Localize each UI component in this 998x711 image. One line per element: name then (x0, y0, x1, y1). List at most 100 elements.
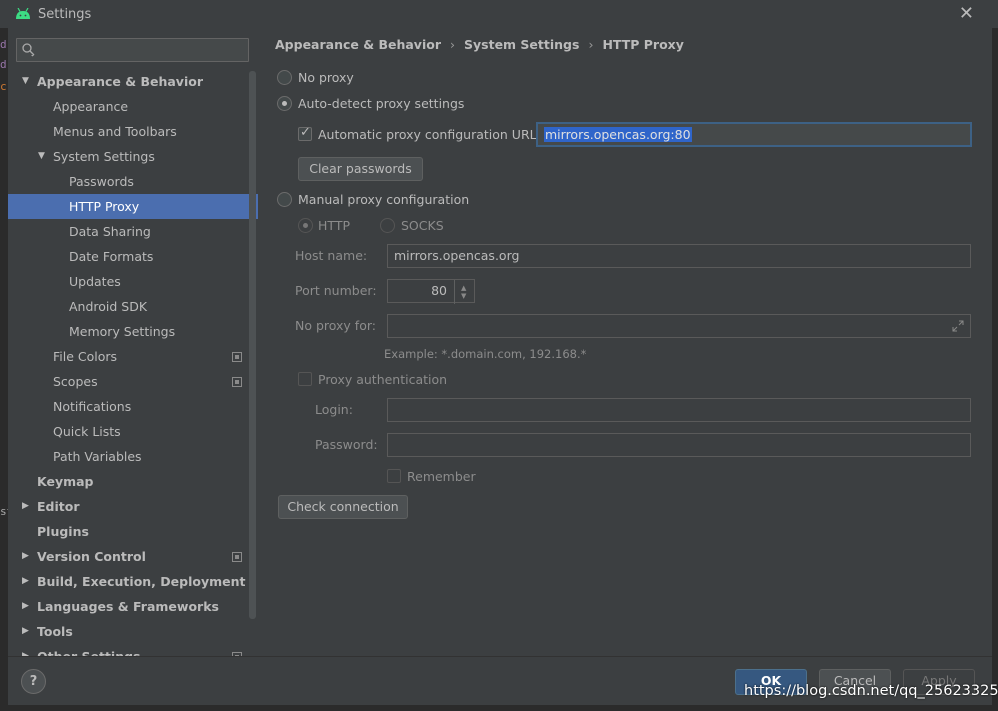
breadcrumb-item[interactable]: Appearance & Behavior (275, 37, 441, 52)
port-number-stepper[interactable]: 80 ▲ ▼ (387, 279, 475, 304)
no-proxy-for-input[interactable] (387, 314, 971, 338)
sidebar-item-notifications[interactable]: Notifications (8, 394, 258, 419)
sidebar-item-menus-and-toolbars[interactable]: Menus and Toolbars (8, 119, 258, 144)
sidebar-item-label: Version Control (37, 549, 146, 564)
sidebar-item-android-sdk[interactable]: Android SDK (8, 294, 258, 319)
breadcrumb: Appearance & Behavior › System Settings › HT… (275, 37, 684, 52)
remember-checkbox[interactable] (387, 469, 401, 483)
clear-passwords-button[interactable]: Clear passwords (298, 157, 423, 181)
sidebar-item-http-proxy[interactable]: HTTP Proxy (8, 194, 258, 219)
sidebar-item-label: Data Sharing (69, 224, 151, 239)
sidebar-item-label: Path Variables (53, 449, 142, 464)
title-bar: Settings ✕ (0, 0, 998, 28)
sidebar-item-plugins[interactable]: Plugins (8, 519, 258, 544)
sidebar-item-other-settings[interactable]: ▶ Other Settings (8, 644, 258, 656)
no-proxy-label[interactable]: No proxy (298, 70, 354, 85)
spinner-up-icon[interactable]: ▲ (461, 284, 466, 292)
sidebar-item-updates[interactable]: Updates (8, 269, 258, 294)
sidebar-item-languages-frameworks[interactable]: ▶ Languages & Frameworks (8, 594, 258, 619)
sidebar-item-label: Scopes (53, 374, 98, 389)
sidebar-item-label: Notifications (53, 399, 132, 414)
project-scope-icon (232, 352, 242, 362)
http-proxy-panel: Appearance & Behavior › System Settings › HT… (258, 28, 992, 656)
auto-detect-label[interactable]: Auto-detect proxy settings (298, 96, 464, 111)
breadcrumb-item[interactable]: System Settings (464, 37, 579, 52)
sidebar-item-path-variables[interactable]: Path Variables (8, 444, 258, 469)
no-proxy-for-label: No proxy for: (295, 318, 376, 333)
breadcrumb-separator: › (588, 37, 594, 52)
sidebar-item-label: Editor (37, 499, 80, 514)
sidebar-item-appearance[interactable]: Appearance (8, 94, 258, 119)
sidebar-item-quick-lists[interactable]: Quick Lists (8, 419, 258, 444)
sidebar-item-memory-settings[interactable]: Memory Settings (8, 319, 258, 344)
login-input[interactable] (387, 398, 971, 422)
no-proxy-radio[interactable] (277, 70, 292, 85)
background-editor-strip: a t d d c st (0, 0, 13, 711)
remember-label[interactable]: Remember (407, 469, 476, 484)
socks-radio[interactable] (380, 218, 395, 233)
sidebar-item-label: Date Formats (69, 249, 154, 264)
password-input[interactable] (387, 433, 971, 457)
search-icon (22, 43, 35, 57)
sidebar-item-scopes[interactable]: Scopes (8, 369, 258, 394)
sidebar-item-label: Quick Lists (53, 424, 121, 439)
project-scope-icon (232, 377, 242, 387)
manual-proxy-radio[interactable] (277, 192, 292, 207)
check-connection-button[interactable]: Check connection (278, 495, 408, 519)
auto-config-checkbox[interactable] (298, 125, 312, 141)
password-label: Password: (315, 437, 378, 452)
edge-char: d (0, 58, 7, 71)
manual-proxy-label[interactable]: Manual proxy configuration (298, 192, 469, 207)
port-spinner[interactable]: ▲ ▼ (454, 280, 474, 304)
proxy-auth-checkbox[interactable] (298, 372, 312, 386)
close-icon[interactable]: ✕ (959, 3, 974, 24)
host-name-input[interactable]: mirrors.opencas.org (387, 244, 971, 268)
sidebar-item-data-sharing[interactable]: Data Sharing (8, 219, 258, 244)
socks-label[interactable]: SOCKS (401, 218, 444, 233)
help-button[interactable]: ? (21, 669, 46, 694)
http-radio[interactable] (298, 218, 313, 233)
expand-icon[interactable] (952, 320, 964, 332)
collapsed-arrow-icon[interactable]: ▶ (22, 494, 29, 519)
collapsed-arrow-icon[interactable]: ▶ (22, 644, 29, 656)
background-right-strip (992, 0, 998, 711)
http-label[interactable]: HTTP (318, 218, 350, 233)
port-number-value: 80 (431, 283, 447, 298)
sidebar-item-appearance-behavior[interactable]: ▼ Appearance & Behavior (8, 69, 258, 94)
sidebar-item-system-settings[interactable]: ▼ System Settings (8, 144, 258, 169)
spinner-down-icon[interactable]: ▼ (461, 292, 466, 300)
proxy-auth-label[interactable]: Proxy authentication (318, 372, 447, 387)
expanded-arrow-icon[interactable]: ▼ (22, 69, 29, 94)
sidebar-item-label: File Colors (53, 349, 118, 364)
port-number-label: Port number: (295, 283, 377, 298)
sidebar-item-file-colors[interactable]: File Colors (8, 344, 258, 369)
sidebar-item-label: System Settings (53, 149, 155, 164)
sidebar-scrollbar[interactable] (249, 71, 256, 619)
collapsed-arrow-icon[interactable]: ▶ (22, 594, 29, 619)
sidebar-item-editor[interactable]: ▶ Editor (8, 494, 258, 519)
search-input[interactable] (16, 38, 249, 62)
sidebar-item-passwords[interactable]: Passwords (8, 169, 258, 194)
sidebar-item-build-execution-deployment[interactable]: ▶ Build, Execution, Deployment (8, 569, 258, 594)
project-scope-icon (232, 552, 242, 562)
sidebar-item-version-control[interactable]: ▶ Version Control (8, 544, 258, 569)
auto-detect-radio[interactable] (277, 96, 292, 111)
host-name-label: Host name: (295, 248, 368, 263)
expanded-arrow-icon[interactable]: ▼ (38, 144, 45, 169)
auto-config-label[interactable]: Automatic proxy configuration URL: (318, 127, 541, 142)
sidebar-item-label: Android SDK (69, 299, 148, 314)
no-proxy-example: Example: *.domain.com, 192.168.* (384, 347, 587, 361)
sidebar-item-tools[interactable]: ▶ Tools (8, 619, 258, 644)
sidebar-item-label: Other Settings (37, 644, 141, 656)
sidebar-item-label: Languages & Frameworks (37, 599, 219, 614)
sidebar-item-label: Appearance & Behavior (37, 74, 203, 89)
window-title: Settings (38, 7, 92, 22)
sidebar-item-date-formats[interactable]: Date Formats (8, 244, 258, 269)
sidebar-item-label: HTTP Proxy (69, 199, 140, 214)
collapsed-arrow-icon[interactable]: ▶ (22, 569, 29, 594)
collapsed-arrow-icon[interactable]: ▶ (22, 619, 29, 644)
collapsed-arrow-icon[interactable]: ▶ (22, 544, 29, 569)
sidebar-item-keymap[interactable]: Keymap (8, 469, 258, 494)
auto-config-url-input[interactable]: mirrors.opencas.org:80 (536, 122, 972, 147)
settings-tree: ▼ Appearance & Behavior Appearance Menus an… (8, 69, 258, 656)
